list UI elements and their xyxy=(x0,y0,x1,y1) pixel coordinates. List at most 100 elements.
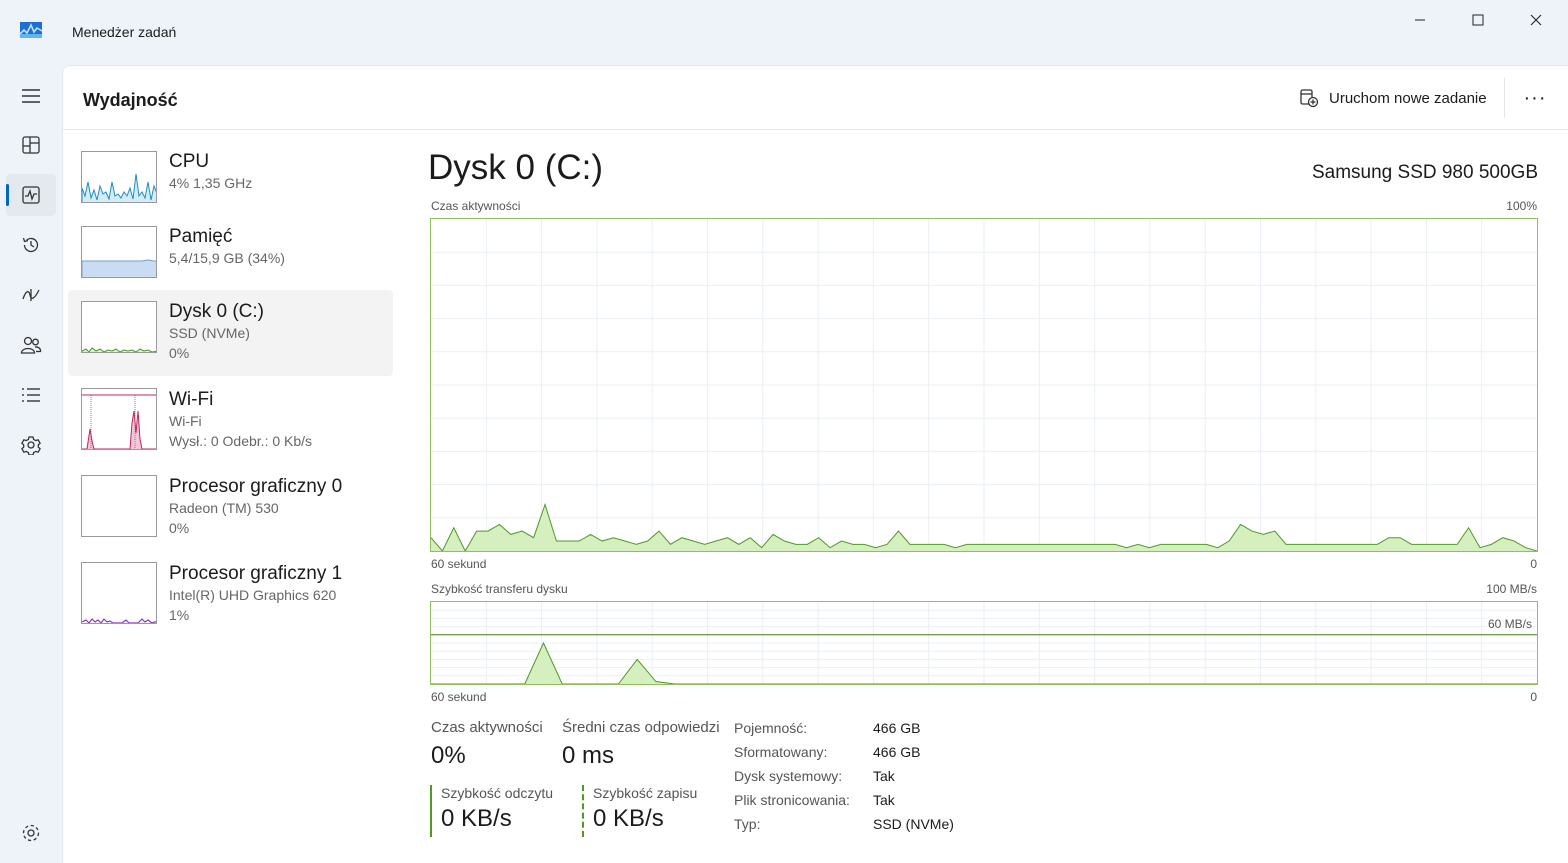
transfer-chart-svg xyxy=(431,602,1537,684)
stat-active-time-value: 0% xyxy=(431,742,466,769)
disk-sparkline xyxy=(82,347,156,352)
activity-chart-x-left: 60 sekund xyxy=(431,557,487,571)
device-detail: SSD (NVMe) xyxy=(169,325,250,341)
more-options-icon: ··· xyxy=(1523,86,1547,109)
cpu-sparkline xyxy=(82,173,156,202)
property-value: SSD (NVMe) xyxy=(873,816,954,832)
settings-icon xyxy=(22,824,40,842)
nav-users[interactable] xyxy=(6,324,56,366)
device-detail: 5,4/15,9 GB (34%) xyxy=(169,250,285,266)
performance-icon xyxy=(22,186,40,204)
minimize-button[interactable] xyxy=(1400,6,1440,34)
activity-chart-svg xyxy=(431,219,1537,551)
device-detail: 4% 1,35 GHz xyxy=(169,175,253,191)
users-icon xyxy=(20,336,42,354)
disk-model: Samsung SSD 980 500GB xyxy=(1311,162,1538,183)
maximize-icon xyxy=(1472,14,1484,26)
gpu1-thumbnail-graph xyxy=(81,562,157,624)
device-name: CPU xyxy=(169,151,210,172)
stat-avg-response: Średni czas odpowiedzi 0 ms xyxy=(562,719,720,770)
processes-icon xyxy=(22,136,40,154)
property-key: Typ: xyxy=(734,816,761,832)
device-name: Dysk 0 (C:) xyxy=(169,301,264,322)
device-name: Procesor graficzny 0 xyxy=(169,476,343,497)
nav-settings[interactable] xyxy=(6,812,56,854)
stat-read-speed-value: 0 KB/s xyxy=(441,805,512,832)
device-usage: 1% xyxy=(169,607,190,623)
stat-avg-response-value: 0 ms xyxy=(562,742,615,769)
close-icon xyxy=(1530,14,1542,26)
wifi-thumbnail-graph xyxy=(81,388,157,450)
services-icon xyxy=(21,436,41,455)
property-key: Sformatowany: xyxy=(734,744,828,760)
window-title: Menedżer zadań xyxy=(72,24,177,40)
nav-processes[interactable] xyxy=(6,124,56,166)
details-icon xyxy=(22,388,40,402)
transfer-chart-x-right: 0 xyxy=(1530,690,1537,704)
transfer-chart-max: 100 MB/s xyxy=(1486,582,1537,596)
chart-grid xyxy=(431,602,1537,684)
memory-thumbnail-graph xyxy=(81,226,157,278)
stat-read-speed-label: Szybkość odczytu xyxy=(441,785,554,801)
run-new-task-button[interactable]: Uruchom nowe zadanie xyxy=(1291,82,1495,114)
nav-startup-apps[interactable] xyxy=(6,274,56,316)
more-options-button[interactable]: ··· xyxy=(1515,82,1555,114)
device-item-gpu-1[interactable]: Procesor graficzny 1 Intel(R) UHD Graphi… xyxy=(68,552,393,638)
disk-title: Dysk 0 (C:) xyxy=(428,148,603,187)
minimize-icon xyxy=(1415,19,1425,21)
main-panel: Wydajność Uruchom nowe zadanie ··· CPU 4… xyxy=(62,65,1568,863)
property-value: 466 GB xyxy=(873,720,921,736)
device-item-memory[interactable]: Pamięć 5,4/15,9 GB (34%) xyxy=(68,225,393,299)
property-key: Pojemność: xyxy=(734,720,808,736)
gpu0-thumbnail-graph xyxy=(81,475,157,537)
device-usage: 0% xyxy=(169,520,190,536)
startup-apps-icon xyxy=(22,289,40,301)
device-usage: 0% xyxy=(169,345,190,361)
nav-app-history[interactable] xyxy=(6,224,56,266)
transfer-chart-line-label: 60 MB/s xyxy=(1486,617,1533,631)
memory-sparkline xyxy=(82,259,156,277)
activity-chart-max: 100% xyxy=(1506,199,1537,213)
property-key: Plik stronicowania: xyxy=(734,792,850,808)
close-button[interactable] xyxy=(1516,6,1556,34)
stat-active-time-label: Czas aktywności xyxy=(431,719,543,736)
device-name: Wi-Fi xyxy=(169,389,214,410)
stat-write-speed-value: 0 KB/s xyxy=(593,805,664,832)
hamburger-icon xyxy=(22,89,40,103)
stat-avg-response-label: Średni czas odpowiedzi xyxy=(562,719,720,736)
transfer-chart-label: Szybkość transferu dysku xyxy=(431,582,568,596)
wifi-sparkline xyxy=(82,394,156,449)
run-task-icon xyxy=(1300,89,1319,108)
disk-thumbnail-graph xyxy=(81,301,157,353)
title-bar: Menedżer zadań xyxy=(0,0,1568,64)
device-detail: Wi-Fi xyxy=(169,413,202,429)
activity-chart-x-right: 0 xyxy=(1530,557,1537,571)
transfer-chart: 60 MB/s xyxy=(430,601,1538,685)
device-item-wifi[interactable]: Wi-Fi Wi-Fi Wysł.: 0 Odebr.: 0 Kb/s xyxy=(68,378,393,464)
maximize-button[interactable] xyxy=(1458,6,1498,34)
stat-active-time: Czas aktywności 0% xyxy=(431,719,543,770)
device-item-gpu-0[interactable]: Procesor graficzny 0 Radeon (TM) 530 0% xyxy=(68,465,393,551)
nav-services[interactable] xyxy=(6,424,56,466)
nav-details[interactable] xyxy=(6,374,56,416)
property-value: Tak xyxy=(873,792,895,808)
device-item-disk-0[interactable]: Dysk 0 (C:) SSD (NVMe) 0% xyxy=(68,290,393,376)
stat-read-speed: Szybkość odczytu 0 KB/s xyxy=(430,785,553,837)
activity-chart xyxy=(430,218,1538,552)
cpu-thumbnail-graph xyxy=(81,151,157,203)
nav-performance[interactable] xyxy=(6,174,56,216)
nav-active-indicator xyxy=(6,184,9,206)
property-value: 466 GB xyxy=(873,744,921,760)
gpu1-sparkline xyxy=(82,618,156,623)
transfer-chart-x-left: 60 sekund xyxy=(431,690,487,704)
stat-write-speed-label: Szybkość zapisu xyxy=(593,785,698,801)
app-history-icon xyxy=(22,237,39,253)
property-key: Dysk systemowy: xyxy=(734,768,843,784)
run-new-task-label: Uruchom nowe zadanie xyxy=(1329,89,1487,107)
task-manager-app-icon xyxy=(20,22,42,38)
chart-grid xyxy=(431,219,1537,551)
nav-menu-button[interactable] xyxy=(6,75,56,117)
page-title: Wydajność xyxy=(83,90,178,110)
page-header: Wydajność Uruchom nowe zadanie ··· xyxy=(63,66,1568,130)
device-item-cpu[interactable]: CPU 4% 1,35 GHz xyxy=(68,150,393,224)
